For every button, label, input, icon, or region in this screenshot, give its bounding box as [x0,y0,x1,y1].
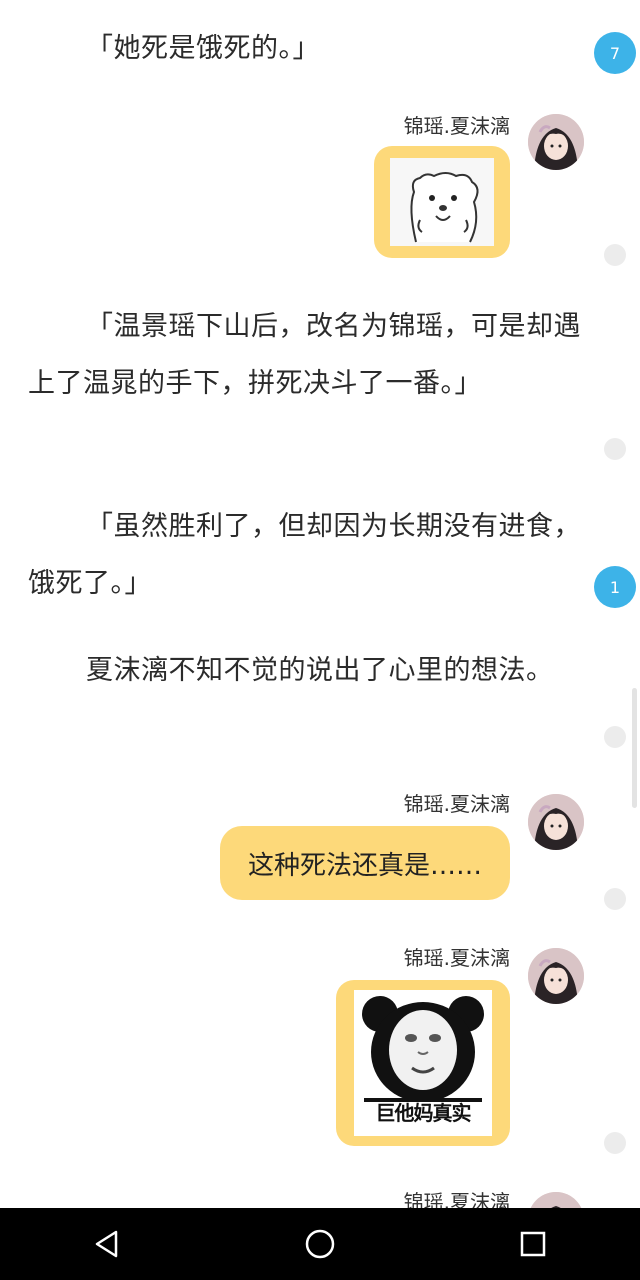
story-paragraph: 「她死是饿死的。」 [86,33,320,64]
comment-count-badge[interactable]: 1 [594,566,636,608]
comment-dot[interactable] [604,888,626,910]
sticker-message[interactable] [374,146,510,258]
meme-caption: 巨他妈真实 [375,1101,472,1125]
story-paragraph: 「温景瑶下山后，改名为锦瑶，可是却遇上了温晁的手下，拼死决斗了一番。」 [28,311,581,399]
recents-icon[interactable] [503,1214,563,1274]
home-icon[interactable] [290,1214,350,1274]
scrollbar[interactable] [632,688,637,808]
story-paragraph: 夏沫漓不知不觉的说出了心里的想法。 [86,655,554,686]
comment-dot[interactable] [604,438,626,460]
text-message[interactable]: 这种死法还真是…… [219,826,510,900]
hamster-sticker-image [390,158,494,246]
story-paragraph: 「虽然胜利了，但却因为长期没有进食，饿死了。」 [28,511,581,599]
comment-dot[interactable] [604,244,626,266]
avatar[interactable] [528,794,584,850]
author-name: 锦瑶.夏沫漓 [403,946,510,970]
comment-dot[interactable] [604,726,626,748]
author-name: 锦瑶.夏沫漓 [403,792,510,816]
message-text: 这种死法还真是…… [247,850,482,881]
avatar[interactable] [528,114,584,170]
meme-message[interactable]: 巨他妈真实 [336,980,510,1146]
author-name: 锦瑶.夏沫漓 [403,114,510,138]
comment-count-badge[interactable]: 7 [594,32,636,74]
system-navigation-bar [0,1208,640,1280]
avatar[interactable] [528,948,584,1004]
back-icon[interactable] [77,1214,137,1274]
panda-meme-image: 巨他妈真实 [354,990,492,1136]
comment-dot[interactable] [604,1132,626,1154]
